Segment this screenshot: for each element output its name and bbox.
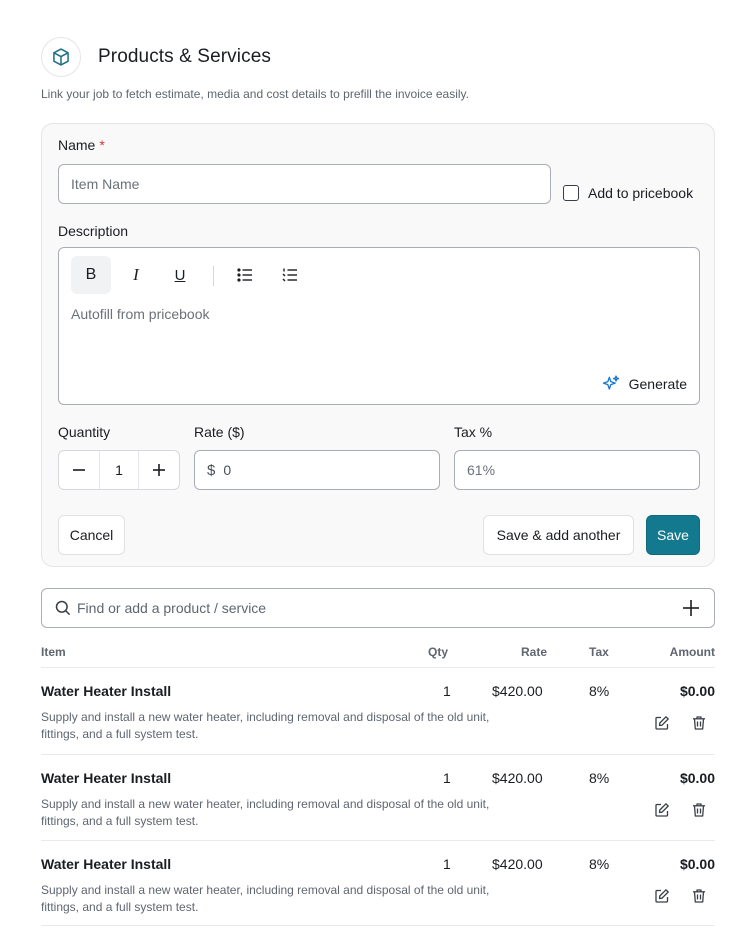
quantity-label: Quantity xyxy=(58,424,111,440)
save-and-add-another-button[interactable]: Save & add another xyxy=(483,515,634,555)
edit-icon[interactable] xyxy=(653,801,671,819)
underline-button[interactable]: U xyxy=(160,256,200,294)
column-header-qty: Qty xyxy=(428,645,449,659)
table-row: Water Heater Install Supply and install … xyxy=(41,667,715,753)
item-name: Water Heater Install xyxy=(41,683,172,699)
item-name-input[interactable]: Item Name xyxy=(58,164,551,204)
search-placeholder: Find or add a product / service xyxy=(77,600,267,616)
item-tax: 8% xyxy=(589,683,610,699)
bold-button[interactable]: B xyxy=(71,256,111,294)
item-tax: 8% xyxy=(589,770,610,786)
page-subtitle: Link your job to fetch estimate, media a… xyxy=(41,87,469,101)
column-header-rate: Rate xyxy=(521,645,548,659)
italic-button[interactable]: I xyxy=(116,256,156,294)
item-rate: $420.00 xyxy=(492,856,543,872)
item-form-card: Name * Item Name Add to pricebook Descrip… xyxy=(41,123,715,567)
plus-icon[interactable] xyxy=(139,451,179,489)
table-row: Water Heater Install Supply and install … xyxy=(41,840,715,926)
tax-value: 61% xyxy=(467,462,496,478)
edit-icon[interactable] xyxy=(653,714,671,732)
item-name-placeholder: Item Name xyxy=(71,176,140,192)
item-amount: $0.00 xyxy=(679,770,715,786)
table-row: Water Heater Install Supply and install … xyxy=(41,754,715,840)
item-qty: 1 xyxy=(443,856,451,872)
search-icon xyxy=(55,600,71,616)
toolbar-divider xyxy=(213,266,214,286)
item-amount: $0.00 xyxy=(679,856,715,872)
page-title: Products & Services xyxy=(98,46,271,67)
column-header-amount: Amount xyxy=(669,645,715,659)
rate-input[interactable]: $ 0 xyxy=(194,450,440,490)
sparkle-icon xyxy=(602,375,619,390)
column-header-item: Item xyxy=(41,645,66,659)
bullet-list-icon[interactable] xyxy=(225,256,265,294)
section-header: Products & Services xyxy=(41,37,271,77)
item-name: Water Heater Install xyxy=(41,770,172,786)
generate-label: Generate xyxy=(628,376,687,392)
generate-button[interactable]: Generate xyxy=(601,374,687,394)
item-tax: 8% xyxy=(589,856,610,872)
description-label: Description xyxy=(58,223,129,239)
column-header-tax: Tax xyxy=(589,645,609,659)
numbered-list-icon[interactable] xyxy=(270,256,310,294)
add-to-pricebook-label: Add to pricebook xyxy=(588,185,694,201)
item-description: Supply and install a new water heater, i… xyxy=(41,883,490,914)
save-button[interactable]: Save xyxy=(646,515,700,555)
item-rate: $420.00 xyxy=(492,770,543,786)
item-description: Supply and install a new water heater, i… xyxy=(41,797,490,828)
rate-label: Rate ($) xyxy=(194,424,245,440)
item-rate: $420.00 xyxy=(492,683,543,699)
checkbox-box[interactable] xyxy=(563,185,579,201)
edit-icon[interactable] xyxy=(653,887,671,905)
minus-icon[interactable] xyxy=(59,451,99,489)
add-to-pricebook-checkbox[interactable]: Add to pricebook xyxy=(563,185,693,201)
quantity-value[interactable]: 1 xyxy=(99,451,139,489)
item-name: Water Heater Install xyxy=(41,856,172,872)
item-qty: 1 xyxy=(443,683,451,699)
description-editor[interactable]: B I U Autofill from pricebook Generate xyxy=(58,247,700,405)
description-placeholder: Autofill from pricebook xyxy=(71,306,210,322)
tax-label: Tax % xyxy=(454,424,493,440)
item-qty: 1 xyxy=(443,770,451,786)
cancel-button[interactable]: Cancel xyxy=(58,515,125,555)
trash-icon[interactable] xyxy=(690,801,708,819)
product-search-input[interactable]: Find or add a product / service xyxy=(41,588,715,628)
trash-icon[interactable] xyxy=(690,714,708,732)
required-mark: * xyxy=(99,137,105,153)
quantity-stepper[interactable]: 1 xyxy=(58,450,180,490)
item-description: Supply and install a new water heater, i… xyxy=(41,710,490,741)
item-amount: $0.00 xyxy=(679,683,715,699)
rate-value: 0 xyxy=(223,462,232,478)
trash-icon[interactable] xyxy=(690,887,708,905)
add-icon xyxy=(683,600,699,616)
name-label: Name * xyxy=(58,137,105,153)
dollar-prefix: $ xyxy=(207,461,216,479)
tax-input[interactable]: 61% xyxy=(454,450,700,490)
box-icon xyxy=(41,37,81,77)
